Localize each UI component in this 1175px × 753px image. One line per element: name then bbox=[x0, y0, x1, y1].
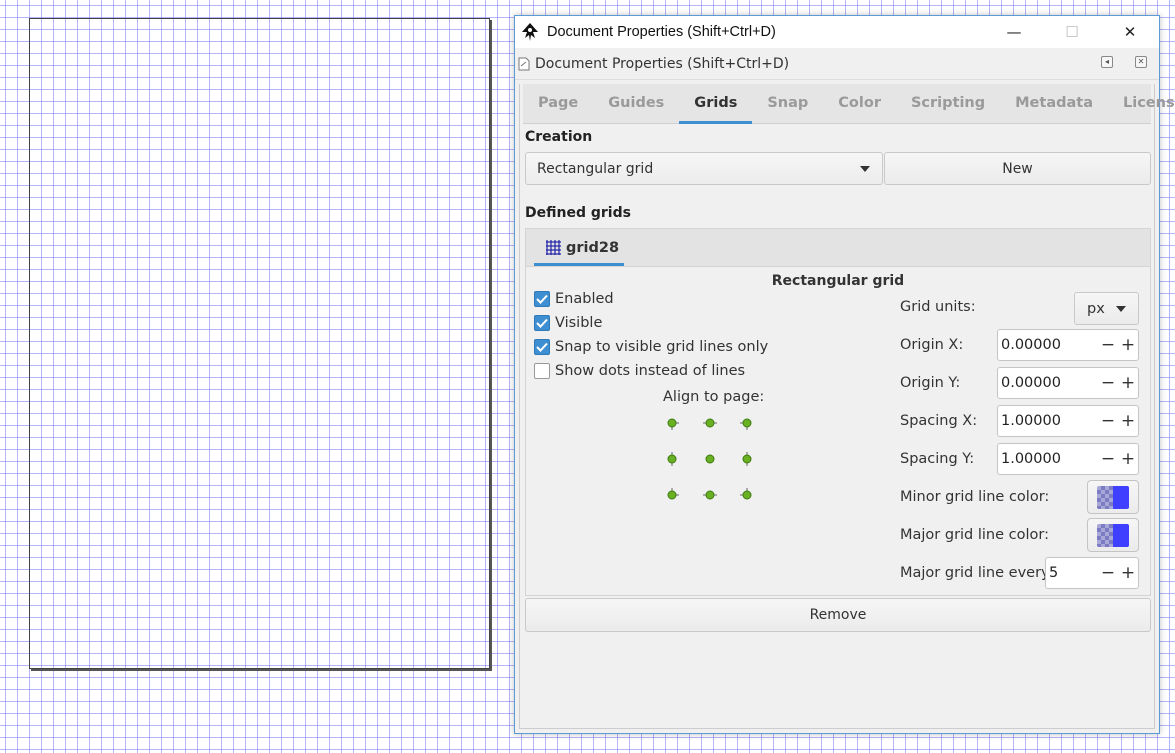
increment-button[interactable]: + bbox=[1118, 368, 1138, 398]
align-to-page-label: Align to page: bbox=[663, 389, 765, 405]
enabled-checkbox-row[interactable]: Enabled bbox=[534, 291, 614, 307]
minor-color-button[interactable] bbox=[1087, 480, 1139, 514]
decrement-button[interactable]: − bbox=[1098, 406, 1118, 436]
anchor-top-center-icon[interactable] bbox=[700, 413, 720, 433]
anchor-top-right-icon[interactable] bbox=[737, 413, 757, 433]
origin-x-label: Origin X: bbox=[900, 337, 964, 353]
visible-checkbox[interactable] bbox=[534, 315, 550, 331]
anchor-middle-right-icon[interactable] bbox=[737, 449, 757, 469]
tab-guides[interactable]: Guides bbox=[593, 84, 679, 124]
close-panel-icon[interactable]: ✕ bbox=[1135, 56, 1147, 68]
increment-button[interactable]: + bbox=[1118, 330, 1138, 360]
window-title: Document Properties (Shift+Ctrl+D) bbox=[547, 24, 776, 40]
dialog-title: Document Properties (Shift+Ctrl+D) bbox=[535, 55, 790, 72]
show-dots-checkbox-row[interactable]: Show dots instead of lines bbox=[534, 363, 745, 379]
anchor-center-icon[interactable] bbox=[700, 449, 720, 469]
tab-color[interactable]: Color bbox=[823, 84, 896, 124]
anchor-top-left-icon[interactable] bbox=[662, 413, 682, 433]
grid-tab-label: grid28 bbox=[566, 239, 620, 256]
grid-units-dropdown[interactable]: px bbox=[1074, 292, 1139, 325]
decrement-button[interactable]: − bbox=[1098, 444, 1118, 474]
origin-x-spinbox[interactable]: 0.00000 − + bbox=[997, 329, 1139, 361]
origin-x-input[interactable]: 0.00000 bbox=[998, 337, 1098, 353]
decrement-button[interactable]: − bbox=[1098, 330, 1118, 360]
visible-label: Visible bbox=[555, 315, 603, 331]
canvas-page bbox=[29, 18, 490, 669]
spacing-x-spinbox[interactable]: 1.00000 − + bbox=[997, 405, 1139, 437]
minimize-button[interactable]: — bbox=[985, 16, 1043, 48]
grid-tab-bar: grid28 bbox=[525, 228, 1151, 266]
origin-y-input[interactable]: 0.00000 bbox=[998, 375, 1098, 391]
snap-visible-checkbox-row[interactable]: Snap to visible grid lines only bbox=[534, 339, 768, 355]
tab-metadata[interactable]: Metadata bbox=[1000, 84, 1108, 124]
increment-button[interactable]: + bbox=[1118, 558, 1138, 588]
inkscape-icon bbox=[520, 22, 540, 42]
grid-type-dropdown[interactable]: Rectangular grid bbox=[525, 152, 883, 185]
enabled-checkbox[interactable] bbox=[534, 291, 550, 307]
tab-bar: Page Guides Grids Snap Color Scripting M… bbox=[523, 84, 1175, 124]
minor-color-label: Minor grid line color: bbox=[900, 489, 1050, 505]
major-every-input[interactable]: 5 bbox=[1046, 565, 1098, 581]
major-every-label: Major grid line every: bbox=[900, 565, 1054, 581]
creation-label: Creation bbox=[525, 129, 593, 145]
dialog-header: Document Properties (Shift+Ctrl+D) ◂ ✕ bbox=[515, 48, 1159, 80]
tab-grid28[interactable]: grid28 bbox=[534, 229, 624, 266]
close-button[interactable]: ✕ bbox=[1101, 16, 1159, 48]
tab-page[interactable]: Page bbox=[523, 84, 593, 124]
remove-grid-button[interactable]: Remove bbox=[525, 598, 1151, 632]
chevron-down-icon bbox=[860, 166, 870, 172]
major-color-swatch bbox=[1097, 523, 1129, 547]
defined-grids-label: Defined grids bbox=[525, 205, 631, 221]
tab-snap[interactable]: Snap bbox=[752, 84, 823, 124]
major-every-spinbox[interactable]: 5 − + bbox=[1045, 557, 1139, 589]
maximize-button[interactable]: ☐ bbox=[1043, 16, 1101, 48]
increment-button[interactable]: + bbox=[1118, 406, 1138, 436]
grid-icon bbox=[546, 240, 561, 255]
grid-settings-panel: Rectangular grid Enabled Visible Snap to… bbox=[525, 266, 1151, 596]
decrement-button[interactable]: − bbox=[1098, 558, 1118, 588]
document-icon bbox=[518, 57, 532, 71]
snap-visible-checkbox[interactable] bbox=[534, 339, 550, 355]
tab-grids[interactable]: Grids bbox=[679, 84, 753, 124]
tab-scripting[interactable]: Scripting bbox=[896, 84, 1000, 124]
anchor-middle-left-icon[interactable] bbox=[662, 449, 682, 469]
align-anchor-grid bbox=[662, 413, 762, 503]
grid-type-value: Rectangular grid bbox=[537, 160, 654, 177]
spacing-y-spinbox[interactable]: 1.00000 − + bbox=[997, 443, 1139, 475]
origin-y-label: Origin Y: bbox=[900, 375, 961, 391]
anchor-bottom-center-icon[interactable] bbox=[700, 485, 720, 505]
grid-heading: Rectangular grid bbox=[771, 273, 905, 289]
spacing-x-input[interactable]: 1.00000 bbox=[998, 413, 1098, 429]
spacing-y-input[interactable]: 1.00000 bbox=[998, 451, 1098, 467]
anchor-bottom-left-icon[interactable] bbox=[662, 485, 682, 505]
spacing-x-label: Spacing X: bbox=[900, 413, 978, 429]
dock-icon[interactable]: ◂ bbox=[1101, 56, 1113, 68]
origin-y-spinbox[interactable]: 0.00000 − + bbox=[997, 367, 1139, 399]
new-grid-button[interactable]: New bbox=[884, 152, 1151, 185]
show-dots-checkbox[interactable] bbox=[534, 363, 550, 379]
window-titlebar[interactable]: Document Properties (Shift+Ctrl+D) — ☐ ✕ bbox=[515, 16, 1159, 48]
minor-color-swatch bbox=[1097, 485, 1129, 509]
grid-units-label: Grid units: bbox=[900, 299, 976, 315]
decrement-button[interactable]: − bbox=[1098, 368, 1118, 398]
major-color-label: Major grid line color: bbox=[900, 527, 1049, 543]
show-dots-label: Show dots instead of lines bbox=[555, 363, 746, 379]
document-properties-window: Document Properties (Shift+Ctrl+D) — ☐ ✕… bbox=[514, 15, 1175, 734]
visible-checkbox-row[interactable]: Visible bbox=[534, 315, 602, 331]
snap-visible-label: Snap to visible grid lines only bbox=[555, 339, 769, 355]
chevron-down-icon bbox=[1116, 306, 1126, 312]
dialog-content: Page Guides Grids Snap Color Scripting M… bbox=[519, 84, 1175, 729]
increment-button[interactable]: + bbox=[1118, 444, 1138, 474]
anchor-bottom-right-icon[interactable] bbox=[737, 485, 757, 505]
enabled-label: Enabled bbox=[555, 291, 614, 307]
tab-license[interactable]: License bbox=[1108, 84, 1175, 124]
major-color-button[interactable] bbox=[1087, 518, 1139, 552]
grid-units-value: px bbox=[1087, 300, 1105, 317]
spacing-y-label: Spacing Y: bbox=[900, 451, 975, 467]
